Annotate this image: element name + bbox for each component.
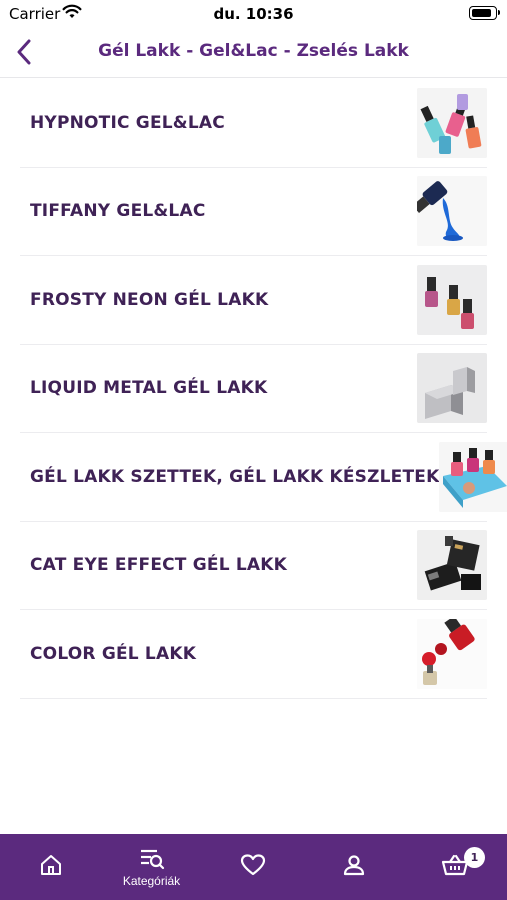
nail-polish-bottles-image bbox=[417, 87, 487, 158]
category-item-tiffany[interactable]: TIFFANY GEL&LAC bbox=[20, 168, 487, 256]
category-label: TIFFANY GEL&LAC bbox=[30, 201, 206, 222]
polish-set-box-image bbox=[439, 441, 507, 512]
red-polish-image bbox=[417, 618, 487, 689]
category-label: HYPNOTIC GEL&LAC bbox=[30, 112, 225, 133]
tab-cart[interactable]: 1 bbox=[404, 834, 505, 900]
tab-favorites[interactable] bbox=[202, 834, 303, 900]
status-time: du. 10:36 bbox=[213, 5, 294, 23]
heart-icon bbox=[239, 851, 267, 879]
home-icon bbox=[37, 851, 65, 879]
tab-home[interactable] bbox=[0, 834, 101, 900]
battery-icon bbox=[469, 6, 500, 20]
category-item-liquid-metal[interactable]: LIQUID METAL GÉL LAKK bbox=[20, 345, 487, 433]
category-item-szettek[interactable]: GÉL LAKK SZETTEK, GÉL LAKK KÉSZLETEK bbox=[20, 433, 507, 522]
category-item-hypnotic[interactable]: HYPNOTIC GEL&LAC bbox=[20, 79, 487, 168]
cat-eye-boxes-image bbox=[417, 530, 487, 601]
tab-categories-label: Kategóriák bbox=[122, 874, 181, 888]
tab-bar: Kategóriák 1 bbox=[0, 834, 507, 900]
metal-cube-image bbox=[417, 353, 487, 424]
back-button[interactable] bbox=[6, 34, 42, 70]
navigation-bar: Gél Lakk - Gel&Lac - Zselés Lakk bbox=[0, 28, 507, 78]
category-label: CAT EYE EFFECT GÉL LAKK bbox=[30, 555, 287, 576]
user-icon bbox=[340, 851, 368, 879]
category-item-color[interactable]: COLOR GÉL LAKK bbox=[20, 610, 487, 699]
neon-polish-bottles-image bbox=[417, 264, 487, 335]
chevron-left-icon bbox=[17, 39, 31, 65]
page-title: Gél Lakk - Gel&Lac - Zselés Lakk bbox=[98, 41, 409, 61]
category-label: COLOR GÉL LAKK bbox=[30, 643, 197, 664]
category-label: FROSTY NEON GÉL LAKK bbox=[30, 289, 269, 310]
category-search-icon bbox=[138, 845, 166, 873]
tab-categories[interactable]: Kategóriák bbox=[101, 834, 202, 900]
category-item-cat-eye[interactable]: CAT EYE EFFECT GÉL LAKK bbox=[20, 522, 487, 610]
category-label: GÉL LAKK SZETTEK, GÉL LAKK KÉSZLETEK bbox=[30, 466, 440, 487]
tab-profile[interactable] bbox=[303, 834, 404, 900]
cart-count-badge: 1 bbox=[464, 847, 485, 868]
category-label: LIQUID METAL GÉL LAKK bbox=[30, 378, 268, 399]
category-list: HYPNOTIC GEL&LAC TIFFANY GEL&LAC FROSTY … bbox=[20, 79, 507, 699]
blue-polish-pour-image bbox=[417, 176, 487, 247]
battery-level bbox=[471, 8, 492, 17]
status-bar: Carrier du. 10:36 bbox=[0, 0, 507, 28]
category-item-frosty-neon[interactable]: FROSTY NEON GÉL LAKK bbox=[20, 256, 487, 345]
